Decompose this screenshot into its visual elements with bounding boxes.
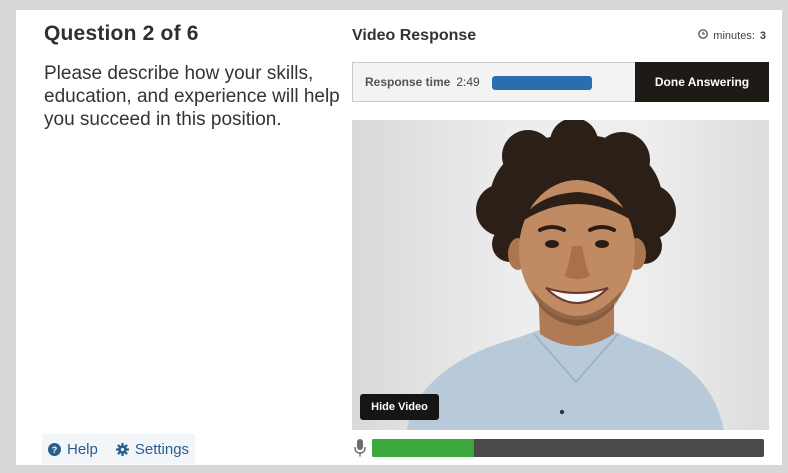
question-counter: Question 2 of 6 xyxy=(44,22,199,45)
settings-label: Settings xyxy=(134,440,190,458)
response-time-progress-fill xyxy=(492,76,592,90)
settings-link[interactable]: Settings xyxy=(115,440,190,458)
video-preview: Hide Video xyxy=(352,120,769,430)
done-answering-button[interactable]: Done Answering xyxy=(635,62,769,102)
mic-level-track xyxy=(372,439,764,457)
response-time-bar: Response time 2:49 Done Answering xyxy=(352,62,769,102)
mic-level-fill xyxy=(372,439,474,457)
video-response-heading: Video Response xyxy=(352,27,477,44)
help-label: Help xyxy=(67,440,98,458)
response-time-label: Response time xyxy=(365,75,451,89)
footer-links: ? Help Settings xyxy=(42,434,196,464)
svg-text:?: ? xyxy=(52,445,58,455)
help-link[interactable]: ? Help xyxy=(48,441,98,458)
minutes-indicator: minutes: 3 xyxy=(698,29,766,42)
candidate-video-image xyxy=(407,120,724,430)
clock-icon xyxy=(698,29,709,42)
response-time: Response time 2:49 xyxy=(365,75,480,89)
question-text: Please describe how your skills, educati… xyxy=(44,63,340,130)
response-time-progress xyxy=(492,76,592,90)
hide-video-button[interactable]: Hide Video xyxy=(360,394,439,420)
response-time-value: 2:49 xyxy=(456,75,480,89)
microphone-level xyxy=(354,438,769,458)
microphone-icon xyxy=(354,439,366,462)
help-icon: ? xyxy=(48,442,61,456)
minutes-label: minutes: xyxy=(713,29,755,42)
interview-panel: Question 2 of 6 Please describe how your… xyxy=(16,10,782,465)
gear-icon xyxy=(115,442,129,456)
minutes-value: 3 xyxy=(759,29,766,42)
